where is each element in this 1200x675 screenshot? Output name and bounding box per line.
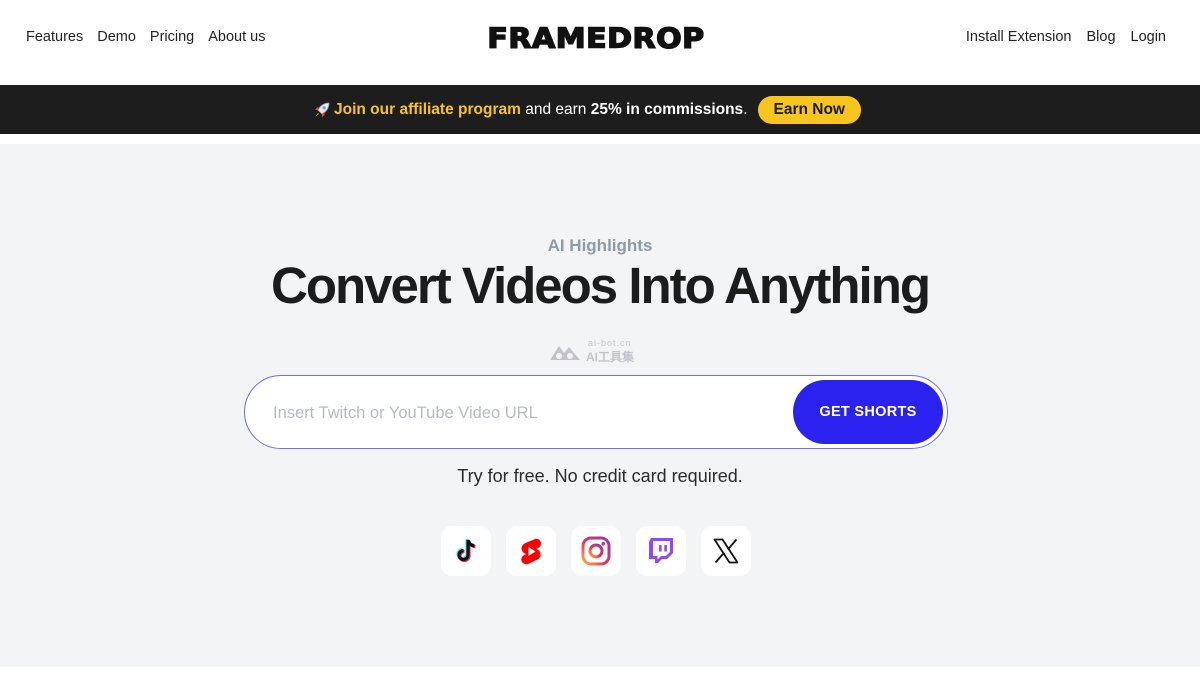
x-icon[interactable] xyxy=(701,526,751,576)
free-trial-note: Try for free. No credit card required. xyxy=(457,466,743,486)
primary-nav: Features Demo Pricing About us xyxy=(26,29,266,45)
video-url-form: GET SHORTS xyxy=(244,375,948,449)
nav-demo-link[interactable]: Demo xyxy=(97,29,136,45)
affiliate-program-link[interactable]: Join our affiliate program xyxy=(334,101,521,118)
nav-about-link[interactable]: About us xyxy=(208,29,265,45)
site-header: Features Demo Pricing About us FRAMEDROP… xyxy=(0,0,1200,85)
page-footer-edge xyxy=(0,667,1200,675)
watermark: ai-bot.cn AI工具集 xyxy=(548,338,652,364)
instagram-icon[interactable] xyxy=(571,526,621,576)
login-link[interactable]: Login xyxy=(1131,29,1166,45)
framedrop-logo[interactable]: FRAMEDROP xyxy=(487,22,705,57)
affiliate-banner: Join our affiliate program and earn 25% … xyxy=(0,85,1200,134)
install-extension-link[interactable]: Install Extension xyxy=(966,29,1072,45)
affiliate-message-middle: and earn xyxy=(520,100,591,118)
get-shorts-button[interactable]: GET SHORTS xyxy=(793,380,943,444)
watermark-title: AI工具集 xyxy=(586,350,635,364)
affiliate-message: Join our affiliate program and earn 25% … xyxy=(334,101,748,119)
youtube-shorts-icon[interactable] xyxy=(506,526,556,576)
rocket-icon xyxy=(313,101,331,119)
twitch-icon[interactable] xyxy=(636,526,686,576)
commission-text: 25% in commissions xyxy=(590,100,744,118)
affiliate-message-end: . xyxy=(743,100,748,118)
nav-pricing-link[interactable]: Pricing xyxy=(150,29,194,45)
video-url-input[interactable] xyxy=(273,398,773,428)
watermark-logo-icon xyxy=(548,342,582,367)
affiliate-banner-content: Join our affiliate program and earn 25% … xyxy=(313,95,861,124)
hero-section: AI Highlights Convert Videos Into Anythi… xyxy=(0,144,1200,667)
earn-now-button[interactable]: Earn Now xyxy=(757,95,861,124)
hero-title: Convert Videos Into Anything xyxy=(270,257,931,314)
secondary-nav: Install Extension Blog Login xyxy=(966,29,1166,45)
watermark-domain: ai-bot.cn xyxy=(588,338,632,348)
blog-link[interactable]: Blog xyxy=(1086,29,1115,45)
nav-features-link[interactable]: Features xyxy=(26,29,83,45)
header-spacer xyxy=(0,134,1200,144)
hero-eyebrow: AI Highlights xyxy=(547,236,653,255)
tiktok-icon[interactable] xyxy=(441,526,491,576)
platform-list xyxy=(441,526,751,576)
